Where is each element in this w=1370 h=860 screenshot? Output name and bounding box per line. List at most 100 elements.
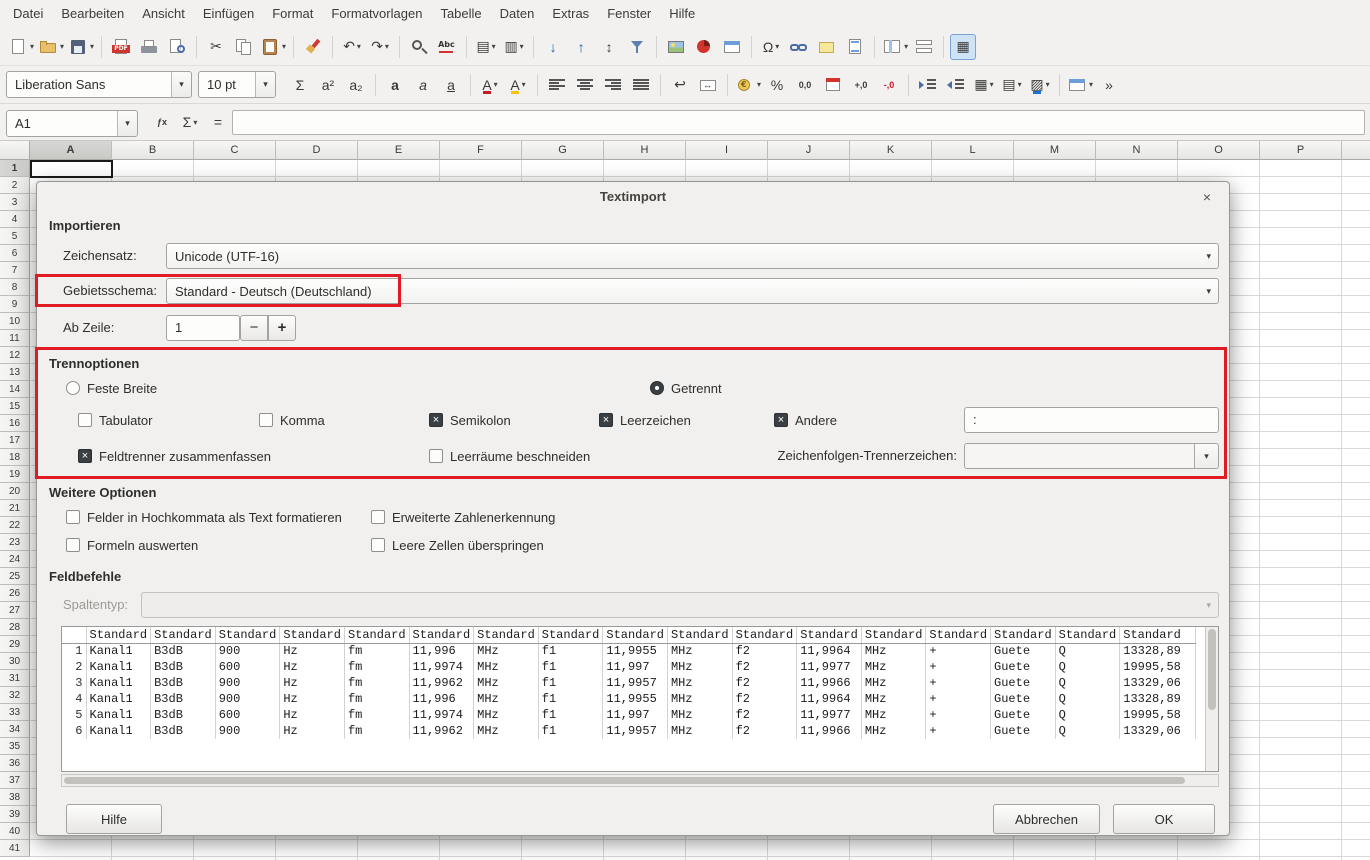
preview-cell[interactable]: B3dB <box>151 643 216 659</box>
row-header-40[interactable]: 40 <box>0 823 30 840</box>
chevron-down-icon[interactable]: ▾ <box>385 42 389 51</box>
checkbox-icon[interactable] <box>371 510 385 524</box>
checkbox-icon[interactable] <box>259 413 273 427</box>
preview-cell[interactable]: Kanal1 <box>86 675 151 691</box>
column-header-j[interactable]: J <box>768 141 850 160</box>
row-header-23[interactable]: 23 <box>0 534 30 551</box>
menu-fenster[interactable]: Fenster <box>598 0 660 28</box>
feldtrenner-zusammenfassen-checkbox[interactable]: × Feldtrenner zusammenfassen <box>78 448 271 464</box>
clone-formatting-icon[interactable] <box>300 34 326 60</box>
preview-column-type-header[interactable]: Standard <box>991 627 1056 643</box>
preview-column-type-header[interactable]: Standard <box>409 627 474 643</box>
preview-cell[interactable]: Guete <box>991 691 1056 707</box>
column-header-e[interactable]: E <box>358 141 440 160</box>
row-header-5[interactable]: 5 <box>0 228 30 245</box>
menu-einfgen[interactable]: Einfügen <box>194 0 263 28</box>
preview-column-type-header[interactable]: Standard <box>1055 627 1120 643</box>
selected-cell-a1[interactable] <box>30 160 113 178</box>
preview-cell[interactable]: Hz <box>280 691 345 707</box>
preview-column-type-header[interactable]: Standard <box>538 627 603 643</box>
preview-cell[interactable]: MHz <box>474 691 539 707</box>
preview-cell[interactable]: Q <box>1055 707 1120 723</box>
checkbox-icon[interactable]: × <box>774 413 788 427</box>
preview-cell[interactable]: Guete <box>991 643 1056 659</box>
preview-cell[interactable]: Q <box>1055 723 1120 739</box>
preview-cell[interactable]: Q <box>1055 691 1120 707</box>
preview-cell[interactable]: Hz <box>280 723 345 739</box>
column-header-k[interactable]: K <box>850 141 932 160</box>
insert-formula-icon[interactable]: = <box>205 109 231 135</box>
preview-cell[interactable]: Kanal1 <box>86 659 151 675</box>
insert-pivot-table-icon[interactable] <box>719 34 745 60</box>
preview-vertical-scrollbar[interactable] <box>1205 627 1218 771</box>
row-header-8[interactable]: 8 <box>0 279 30 296</box>
conditional-formatting-icon[interactable]: ▾ <box>1066 72 1094 98</box>
preview-cell[interactable]: f2 <box>732 659 797 675</box>
borders-icon[interactable]: ▦▾ <box>971 72 997 98</box>
chevron-down-icon[interactable]: ▾ <box>171 72 191 97</box>
preview-cell[interactable]: MHz <box>861 691 926 707</box>
radio-icon[interactable] <box>66 381 80 395</box>
row-header-4[interactable]: 4 <box>0 211 30 228</box>
row-header-15[interactable]: 15 <box>0 398 30 415</box>
sort-ascending-icon[interactable]: ↓ <box>540 34 566 60</box>
underline-icon[interactable]: a <box>438 72 464 98</box>
menu-daten[interactable]: Daten <box>491 0 544 28</box>
preview-cell[interactable]: Kanal1 <box>86 691 151 707</box>
row-header-31[interactable]: 31 <box>0 670 30 687</box>
preview-cell[interactable]: + <box>926 707 991 723</box>
chevron-down-icon[interactable]: ▾ <box>904 42 908 51</box>
checkbox-icon[interactable]: × <box>78 449 92 463</box>
preview-cell[interactable]: MHz <box>861 643 926 659</box>
chevron-down-icon[interactable]: ▾ <box>193 118 197 127</box>
open-icon[interactable]: ▾ <box>37 34 65 60</box>
leerraeume-beschneiden-checkbox[interactable]: Leerräume beschneiden <box>429 448 590 464</box>
preview-cell[interactable]: Q <box>1055 659 1120 675</box>
preview-cell[interactable]: f1 <box>538 675 603 691</box>
chevron-down-icon[interactable]: ▾ <box>30 42 34 51</box>
undo-icon[interactable]: ↶▾ <box>339 34 365 60</box>
preview-cell[interactable]: 11,9957 <box>603 675 668 691</box>
preview-cell[interactable]: 11,9962 <box>409 675 474 691</box>
chevron-down-icon[interactable]: ▾ <box>60 42 64 51</box>
row-header-26[interactable]: 26 <box>0 585 30 602</box>
insert-chart-icon[interactable] <box>691 34 717 60</box>
preview-column-type-header[interactable]: Standard <box>732 627 797 643</box>
locale-combobox[interactable]: Standard - Deutsch (Deutschland) ▾ <box>166 278 1219 304</box>
chevron-down-icon[interactable]: ▾ <box>492 42 496 51</box>
insert-columns-icon[interactable]: ▥▾ <box>501 34 527 60</box>
menu-datei[interactable]: Datei <box>4 0 52 28</box>
preview-cell[interactable]: B3dB <box>151 723 216 739</box>
row-header-9[interactable]: 9 <box>0 296 30 313</box>
preview-cell[interactable]: f2 <box>732 707 797 723</box>
preview-cell[interactable]: 11,9977 <box>797 707 862 723</box>
hochkommata-checkbox[interactable]: Felder in Hochkommata als Text formatier… <box>66 509 342 525</box>
preview-cell[interactable]: + <box>926 643 991 659</box>
preview-cell[interactable]: 11,9955 <box>603 691 668 707</box>
cancel-button[interactable]: Abbrechen <box>993 804 1100 834</box>
checkbox-icon[interactable] <box>429 449 443 463</box>
menu-formatvorlagen[interactable]: Formatvorlagen <box>322 0 431 28</box>
preview-cell[interactable]: B3dB <box>151 659 216 675</box>
checkbox-icon[interactable]: × <box>429 413 443 427</box>
row-header-13[interactable]: 13 <box>0 364 30 381</box>
preview-cell[interactable]: 900 <box>215 675 280 691</box>
preview-cell[interactable]: f1 <box>538 707 603 723</box>
print-preview-icon[interactable] <box>164 34 190 60</box>
preview-cell[interactable]: MHz <box>474 723 539 739</box>
preview-cell[interactable]: Hz <box>280 707 345 723</box>
delete-decimal-place-icon[interactable]: -,0 <box>876 72 902 98</box>
preview-cell[interactable]: + <box>926 659 991 675</box>
row-header-6[interactable]: 6 <box>0 245 30 262</box>
from-row-input[interactable]: 1 <box>166 315 240 341</box>
preview-column-type-header[interactable]: Standard <box>280 627 345 643</box>
preview-cell[interactable]: 11,9964 <box>797 691 862 707</box>
preview-cell[interactable]: 900 <box>215 723 280 739</box>
menu-format[interactable]: Format <box>263 0 322 28</box>
preview-cell[interactable]: Guete <box>991 707 1056 723</box>
help-button[interactable]: Hilfe <box>66 804 162 834</box>
preview-cell[interactable]: f2 <box>732 723 797 739</box>
preview-cell[interactable]: fm <box>344 691 409 707</box>
menu-bearbeiten[interactable]: Bearbeiten <box>52 0 133 28</box>
find-and-replace-icon[interactable] <box>406 34 432 60</box>
